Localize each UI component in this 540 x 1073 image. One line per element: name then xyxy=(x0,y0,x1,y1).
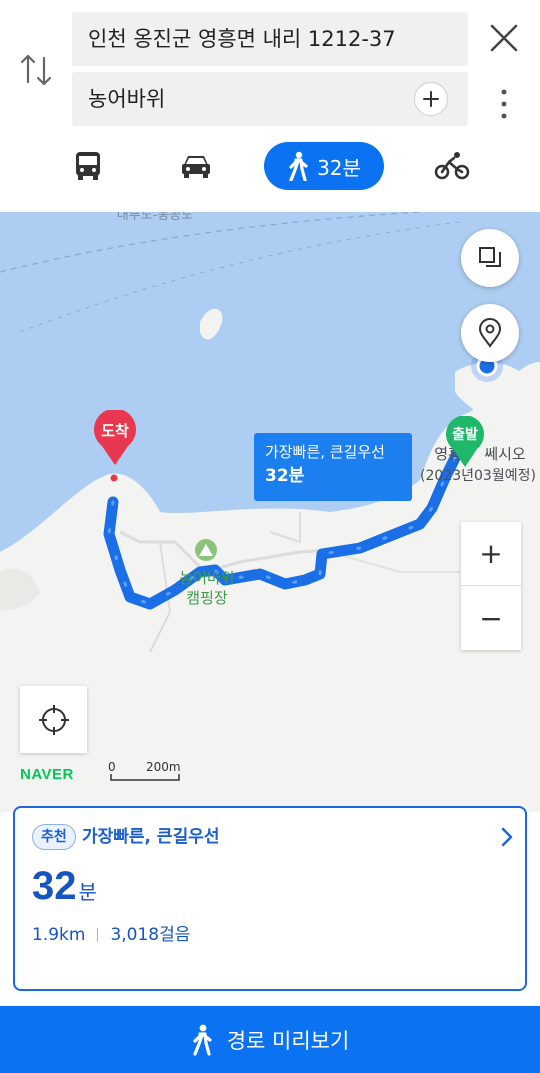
more-vertical-icon xyxy=(501,89,507,119)
chevron-right-icon[interactable] xyxy=(499,826,515,848)
bubble-route-time: 32분 xyxy=(265,466,305,486)
naver-logo: NAVER xyxy=(20,766,74,783)
scale-bar xyxy=(110,774,180,781)
route-summary-card[interactable]: 추천 가장빠른, 큰길우선 32 분 1.9km 3,018걸음 xyxy=(13,806,527,991)
route-minutes-unit: 분 xyxy=(78,880,97,904)
arrive-pin[interactable]: 도착 xyxy=(92,408,138,466)
mode-walk-button[interactable]: 32분 xyxy=(264,142,384,190)
destination-value: 농어바위 xyxy=(88,87,166,111)
stats-divider xyxy=(97,928,99,942)
origin-value: 인천 옹진군 영흥면 내리 1212-37 xyxy=(88,27,396,51)
route-preview-button[interactable]: 경로 미리보기 xyxy=(0,1006,540,1073)
route-minutes: 32 xyxy=(32,864,77,908)
scale-distance: 200m xyxy=(146,760,181,774)
mode-bus-button[interactable] xyxy=(68,142,108,190)
camping-label[interactable]: 농어바위 캠핑장 xyxy=(170,568,244,608)
map-scale: 0 200m xyxy=(106,760,186,782)
mode-car-button[interactable] xyxy=(176,142,216,190)
add-waypoint-button[interactable] xyxy=(414,82,448,116)
route-preview-label: 경로 미리보기 xyxy=(226,1028,350,1053)
close-icon xyxy=(490,24,518,52)
swap-arrows-icon[interactable] xyxy=(18,50,54,90)
recommended-badge: 추천 xyxy=(32,824,76,850)
walk-time-label: 32분 xyxy=(317,155,361,180)
route-info-bubble[interactable]: 가장빠른, 큰길우선 32분 xyxy=(254,433,412,501)
scale-zero: 0 xyxy=(108,760,116,774)
car-icon xyxy=(182,156,210,178)
place-pin-button[interactable] xyxy=(461,304,519,362)
road-label: 대부도-동공도 xyxy=(116,212,194,223)
more-options-button[interactable] xyxy=(492,86,516,122)
transport-mode-bar: 32분 xyxy=(0,138,540,196)
zoom-in-label: + xyxy=(479,537,503,570)
route-name: 가장빠른, 큰길우선 xyxy=(82,827,220,847)
route-search-header: 인천 옹진군 영흥면 내리 1212-37 농어바위 32분 xyxy=(0,0,540,212)
destination-field[interactable]: 농어바위 xyxy=(72,72,468,126)
zoom-out-button[interactable]: − xyxy=(461,586,521,650)
zoom-out-label: − xyxy=(479,601,503,635)
route-duration: 32 분 xyxy=(32,864,97,909)
location-pin-icon xyxy=(478,318,502,348)
arrive-pin-label: 도착 xyxy=(101,422,129,440)
map-layers-button[interactable] xyxy=(461,229,519,287)
route-distance: 1.9km xyxy=(32,925,86,945)
depart-pin[interactable]: 출발 xyxy=(444,415,486,468)
walking-person-icon xyxy=(289,151,308,181)
depart-pin-label: 출발 xyxy=(452,427,478,443)
bus-icon xyxy=(76,152,100,180)
zoom-in-button[interactable]: + xyxy=(461,522,521,586)
bicycle-icon xyxy=(434,152,470,180)
route-stats: 1.9km 3,018걸음 xyxy=(32,922,190,948)
walking-person-icon xyxy=(193,1024,212,1056)
route-steps: 3,018걸음 xyxy=(110,925,191,945)
close-button[interactable] xyxy=(486,20,522,56)
bubble-route-title: 가장빠른, 큰길우선 xyxy=(265,443,385,461)
origin-field[interactable]: 인천 옹진군 영흥면 내리 1212-37 xyxy=(72,12,468,66)
zoom-controls: + − xyxy=(461,522,521,650)
mode-bicycle-button[interactable] xyxy=(432,142,472,190)
map-view[interactable]: 대부도-동공도 농어바위 캠핑장 영흥 쎄시오 (2023년03월예정) 경 도… xyxy=(0,212,540,812)
current-location-button[interactable] xyxy=(20,686,87,753)
crosshair-icon xyxy=(38,704,69,735)
resort-label-c: (2023년03월예정) xyxy=(420,468,536,484)
layers-icon xyxy=(479,247,501,267)
plus-icon xyxy=(423,91,439,107)
